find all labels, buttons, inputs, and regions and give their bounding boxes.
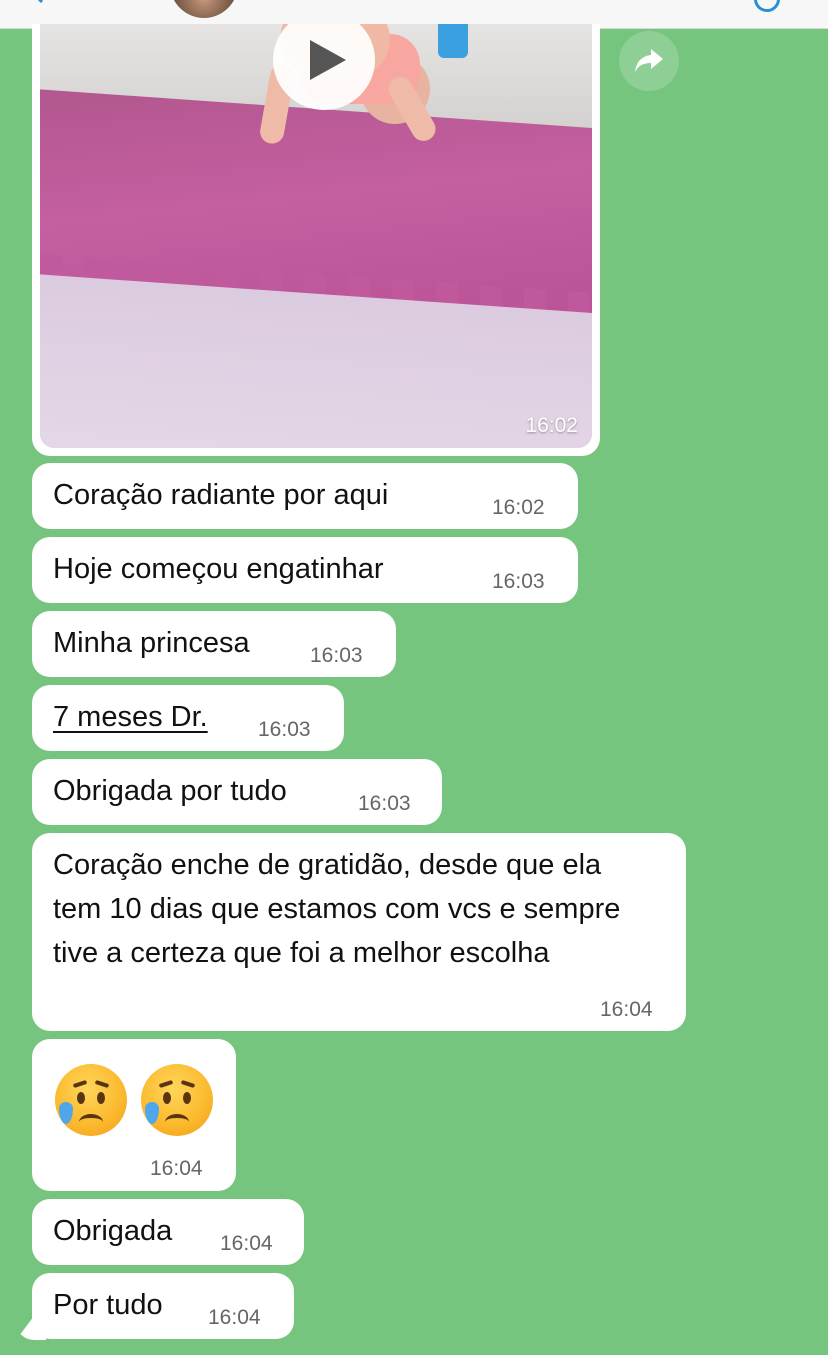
message-text: Por tudo xyxy=(53,1289,163,1321)
message-time: 16:02 xyxy=(525,414,578,437)
message-time: 16:04 xyxy=(600,998,653,1021)
message-time: 16:04 xyxy=(208,1306,261,1329)
forward-button[interactable] xyxy=(619,31,679,91)
play-icon xyxy=(310,40,346,80)
message-text: Minha princesa xyxy=(53,627,250,659)
message-text: Coração enche de gratidão, desde que ela… xyxy=(53,849,621,969)
message-bubble[interactable]: Por tudo 16:04 xyxy=(32,1273,294,1339)
message-bubble[interactable]: Hoje começou engatinhar 16:03 xyxy=(32,537,578,603)
message-time: 16:03 xyxy=(492,570,545,593)
forward-share-icon xyxy=(635,49,663,72)
message-bubble[interactable]: Minha princesa 16:03 xyxy=(32,611,396,677)
message-time: 16:03 xyxy=(358,792,411,815)
message-time: 16:04 xyxy=(220,1232,273,1255)
message-text: Obrigada por tudo xyxy=(53,775,287,807)
call-icon[interactable] xyxy=(754,0,780,12)
message-bubble[interactable]: Obrigada por tudo 16:03 xyxy=(32,759,442,825)
message-bubble[interactable]: 7 meses Dr. 16:03 xyxy=(32,685,344,751)
message-text: Obrigada xyxy=(53,1215,173,1247)
avatar[interactable] xyxy=(170,0,238,18)
message-time: 16:02 xyxy=(492,496,545,519)
message-text: Hoje começou engatinhar xyxy=(53,553,384,585)
message-bubble[interactable]: Obrigada 16:04 xyxy=(32,1199,304,1265)
video-thumbnail[interactable]: 16:02 xyxy=(40,24,592,448)
video-message[interactable]: 16:02 xyxy=(32,24,600,456)
crying-face-icon xyxy=(141,1064,213,1136)
message-bubble[interactable]: Coração enche de gratidão, desde que ela… xyxy=(32,833,686,1031)
message-time: 16:04 xyxy=(150,1157,203,1180)
crying-face-icon xyxy=(55,1064,127,1136)
message-bubble[interactable]: Coração radiante por aqui 16:02 xyxy=(32,463,578,529)
message-text: Coração radiante por aqui xyxy=(53,479,389,511)
message-time: 16:03 xyxy=(258,718,311,741)
message-link-text[interactable]: 7 meses Dr. xyxy=(53,695,208,739)
message-time: 16:03 xyxy=(310,644,363,667)
emoji-message-bubble[interactable]: 😢😢 16:04 xyxy=(32,1039,236,1191)
back-arrow-icon[interactable] xyxy=(28,0,128,6)
